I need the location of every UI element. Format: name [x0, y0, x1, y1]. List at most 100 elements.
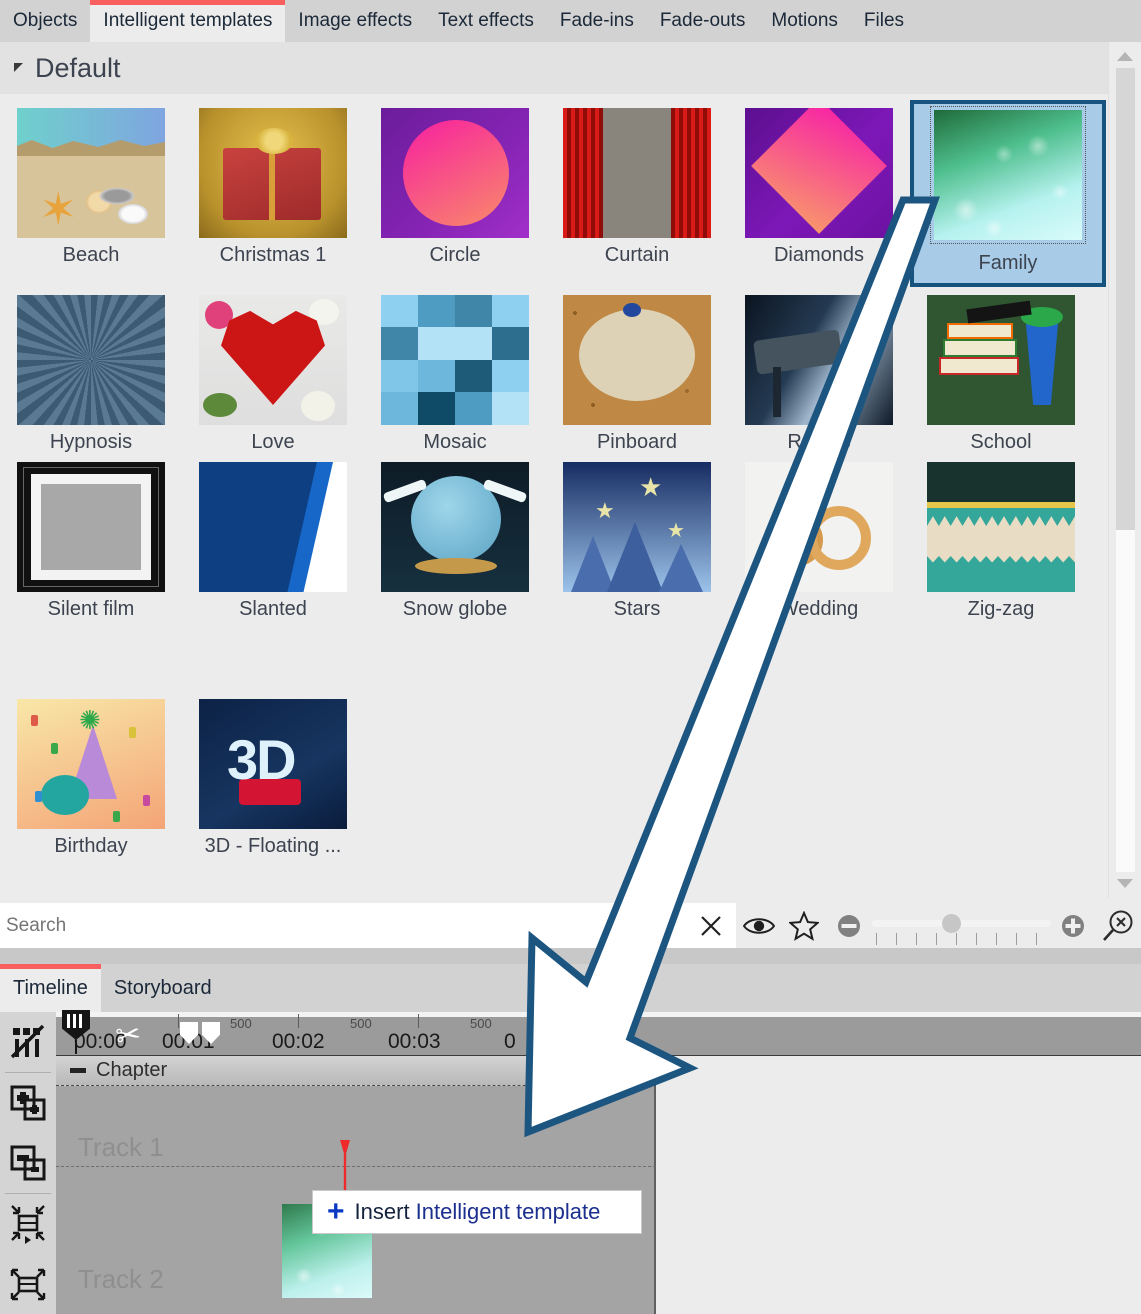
template-thumbnail [199, 462, 347, 592]
template-item-circle[interactable]: Circle [364, 108, 546, 287]
tab-intelligent-templates[interactable]: Intelligent templates [90, 0, 286, 42]
tab-motions[interactable]: Motions [758, 0, 851, 42]
preview-toggle-button[interactable] [736, 903, 781, 948]
shrink-track-icon [11, 1205, 45, 1244]
template-row: Hypnosis Love Mosaic Pinboard Routes Sch… [0, 295, 1108, 454]
template-item-love[interactable]: Love [182, 295, 364, 454]
tab-label: Fade-ins [559, 10, 634, 31]
tooltip-highlight: Intelligent template [415, 1199, 601, 1224]
top-tab-bar: Objects Intelligent templates Image effe… [0, 0, 1141, 42]
template-item-3d-floating[interactable]: 3D 3D - Floating ... [182, 699, 364, 858]
template-item-stars[interactable]: ★ ★ ★ Stars [546, 462, 728, 621]
zoom-slider[interactable] [871, 903, 1051, 948]
tab-label: Timeline [13, 976, 88, 999]
tab-label: Text effects [438, 10, 534, 31]
tab-label: Storyboard [113, 976, 212, 999]
favorites-button[interactable] [781, 903, 826, 948]
timeline-body: 500 500 500 00:00 00:01 00:02 00:03 0 ✂ … [0, 1010, 1141, 1314]
remove-gaps-button[interactable] [0, 1012, 56, 1072]
template-item-wedding[interactable]: Wedding [728, 462, 910, 621]
collapse-caret-icon[interactable] [14, 62, 23, 72]
template-thumbnail: 3D [199, 699, 347, 829]
tab-objects[interactable]: Objects [0, 0, 90, 42]
template-label: Love [251, 431, 295, 453]
template-item-curtain[interactable]: Curtain [546, 108, 728, 287]
track-2-label: Track 2 [78, 1264, 164, 1294]
zoom-slider-track[interactable] [871, 920, 1051, 927]
template-grid: ✶ Beach Christmas 1 Circle Curtain Diamo… [0, 94, 1108, 858]
template-item-school[interactable]: School [910, 295, 1092, 454]
tab-storyboard[interactable]: Storyboard [101, 964, 225, 1012]
timeline-side-toolbar [0, 1012, 56, 1314]
template-item-silent-film[interactable]: Silent film [0, 462, 182, 621]
chapter-row[interactable]: Chapter [56, 1056, 656, 1086]
template-label: Pinboard [596, 431, 678, 453]
tooltip-text: Insert Intelligent template [355, 1199, 601, 1225]
remove-object-button[interactable] [0, 1133, 56, 1193]
template-label: Snow globe [402, 598, 508, 620]
template-item-diamonds[interactable]: Diamonds [728, 108, 910, 287]
template-panel-scrollbar[interactable] [1108, 42, 1141, 898]
zoom-out-button[interactable] [826, 903, 871, 948]
ruler-minor-label: 500 [470, 1016, 492, 1031]
search-toolbar [0, 903, 1141, 948]
template-thumbnail [381, 108, 529, 238]
plus-circle-icon [1062, 914, 1085, 937]
tab-timeline[interactable]: Timeline [0, 964, 101, 1012]
template-thumbnail [381, 462, 529, 592]
scissors-icon[interactable]: ✂ [113, 1012, 174, 1059]
template-label: Circle [429, 244, 481, 266]
group-title: Default [35, 52, 121, 83]
add-object-icon [10, 1085, 46, 1121]
cut-marker-icon[interactable] [180, 1014, 226, 1044]
template-label: Diamonds [773, 244, 865, 266]
tab-fade-ins[interactable]: Fade-ins [547, 0, 647, 42]
template-label: Wedding [779, 598, 859, 620]
scrollbar-thumb[interactable] [1116, 68, 1135, 530]
scroll-up-arrow-icon[interactable] [1117, 52, 1133, 61]
template-item-family[interactable]: Family [910, 100, 1106, 287]
playhead-marker[interactable] [62, 1010, 90, 1054]
eye-icon [742, 917, 775, 934]
plus-icon: + [327, 1195, 345, 1228]
timeline-tracks[interactable]: Chapter Track 1 Track 2 [56, 1056, 656, 1314]
tab-files[interactable]: Files [851, 0, 917, 42]
template-label: Slanted [239, 598, 307, 620]
shrink-track-button[interactable] [0, 1194, 56, 1254]
template-item-zig-zag[interactable]: Zig-zag [910, 462, 1092, 621]
template-label: Christmas 1 [219, 244, 327, 266]
template-item-mosaic[interactable]: Mosaic [364, 295, 546, 454]
ruler-minor-label: 500 [350, 1016, 372, 1031]
tab-image-effects[interactable]: Image effects [285, 0, 425, 42]
template-thumbnail [745, 108, 893, 238]
zoom-in-button[interactable] [1051, 903, 1096, 948]
ruler-label: 00:03 [388, 1030, 441, 1053]
expand-track-button[interactable] [0, 1254, 56, 1314]
add-object-button[interactable] [0, 1073, 56, 1133]
tooltip-prefix: Insert [354, 1199, 416, 1224]
zoom-slider-knob[interactable] [941, 914, 961, 933]
template-item-beach[interactable]: ✶ Beach [0, 108, 182, 287]
insert-template-tooltip: + Insert Intelligent template [312, 1190, 642, 1234]
search-input[interactable] [0, 903, 686, 948]
scroll-down-arrow-icon[interactable] [1117, 879, 1133, 888]
template-item-pinboard[interactable]: Pinboard [546, 295, 728, 454]
template-item-routes[interactable]: Routes [728, 295, 910, 454]
template-item-birthday[interactable]: ✺ Birthday [0, 699, 182, 858]
track-divider [56, 1166, 656, 1167]
minus-toggle-icon[interactable] [70, 1068, 86, 1073]
tab-fade-outs[interactable]: Fade-outs [647, 0, 759, 42]
panel-separator [0, 948, 1141, 964]
clear-search-button[interactable] [685, 903, 737, 948]
zoom-fit-button[interactable] [1096, 903, 1141, 948]
timeline-tab-bar: Timeline Storyboard [0, 964, 1141, 1012]
template-item-snow-globe[interactable]: Snow globe [364, 462, 546, 621]
template-group-header[interactable]: Default [0, 42, 1108, 94]
timeline-ruler[interactable]: 500 500 500 00:00 00:01 00:02 00:03 0 ✂ [56, 1010, 1141, 1059]
template-item-christmas-1[interactable]: Christmas 1 [182, 108, 364, 287]
template-thumbnail [563, 295, 711, 425]
tab-text-effects[interactable]: Text effects [425, 0, 547, 42]
template-item-hypnosis[interactable]: Hypnosis [0, 295, 182, 454]
template-label: School [970, 431, 1032, 453]
template-item-slanted[interactable]: Slanted [182, 462, 364, 621]
